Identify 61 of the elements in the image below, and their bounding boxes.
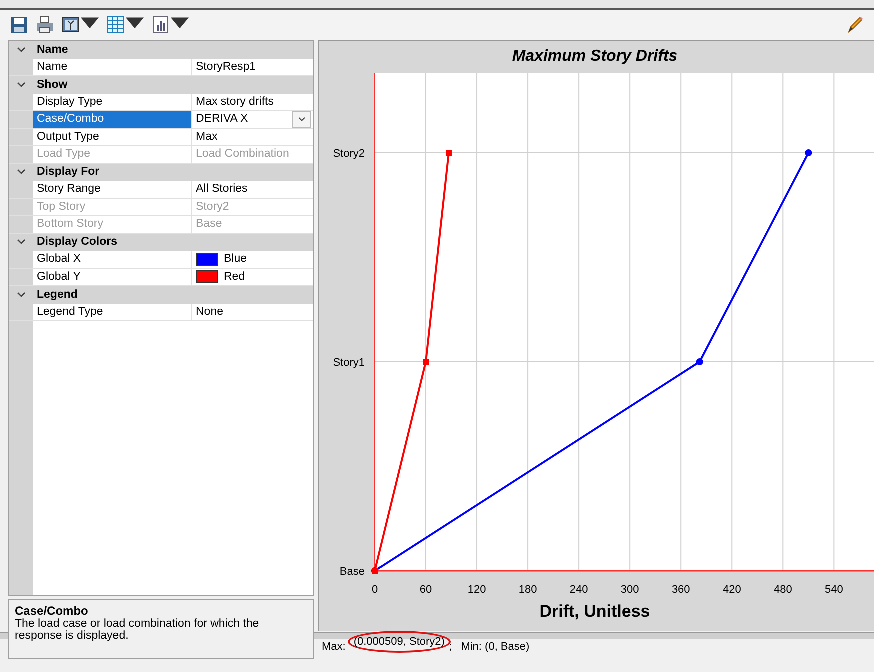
tick-label: 480 bbox=[774, 584, 792, 596]
property-label[interactable]: Legend Type bbox=[33, 304, 192, 320]
property-value: None bbox=[196, 306, 224, 318]
table-button[interactable] bbox=[105, 14, 146, 36]
property-value: DERIVA X bbox=[196, 113, 248, 126]
dropdown-button[interactable] bbox=[292, 110, 311, 128]
category-header[interactable]: Display For bbox=[9, 164, 313, 181]
category-title: Show bbox=[36, 78, 68, 91]
point bbox=[423, 359, 430, 365]
table-icon bbox=[107, 16, 125, 34]
axis-title: Drift, Unitless bbox=[540, 602, 650, 621]
tick-label: 420 bbox=[722, 584, 742, 596]
property-value: Max story drifts bbox=[196, 96, 274, 108]
status-text: Min: (0, Base) bbox=[461, 641, 530, 653]
save-icon bbox=[10, 16, 28, 34]
property-label[interactable]: Global Y bbox=[33, 268, 192, 285]
property-value: Red bbox=[224, 270, 246, 283]
tick-label: Base bbox=[340, 566, 365, 578]
tick-label: 180 bbox=[518, 584, 538, 596]
chevron-icon bbox=[298, 116, 306, 122]
print-icon bbox=[36, 16, 54, 34]
property-value: All Stories bbox=[196, 183, 248, 196]
chart-icon bbox=[152, 16, 170, 34]
category-title: Name bbox=[36, 44, 68, 56]
tick-label: 60 bbox=[420, 584, 432, 596]
tick-label: 0 bbox=[372, 584, 378, 596]
tick-label: 300 bbox=[620, 584, 640, 596]
tick-label: Story1 bbox=[333, 357, 365, 369]
category-title: Display Colors bbox=[36, 236, 118, 248]
property-value: Max bbox=[196, 130, 218, 143]
category-header[interactable]: Display Colors bbox=[9, 234, 313, 251]
status-text: Max: bbox=[322, 641, 346, 653]
pencil-icon bbox=[846, 16, 864, 34]
point bbox=[446, 150, 452, 156]
property-label[interactable]: Story Range bbox=[33, 181, 192, 198]
property-label[interactable]: Case/Combo bbox=[33, 111, 192, 128]
tick-label: 360 bbox=[672, 584, 690, 596]
property-label[interactable]: Global X bbox=[33, 251, 192, 268]
point bbox=[805, 150, 812, 156]
tick-label: 120 bbox=[468, 584, 486, 596]
description-title: Case/Combo bbox=[15, 604, 90, 618]
tick-label: Story2 bbox=[333, 148, 365, 160]
chart-title: Maximum Story Drifts bbox=[512, 48, 678, 65]
property-value: Story2 bbox=[196, 200, 230, 213]
property-label[interactable]: Display Type bbox=[33, 94, 192, 110]
property-value: Base bbox=[196, 218, 222, 230]
print-button[interactable] bbox=[34, 14, 56, 36]
tick-label: 240 bbox=[570, 584, 588, 596]
property-value: Blue bbox=[224, 253, 248, 266]
property-value: Load Combination bbox=[196, 148, 290, 160]
property-label[interactable]: Name bbox=[33, 58, 192, 75]
category-title: Legend bbox=[36, 288, 78, 301]
property-value: StoryResp1 bbox=[196, 60, 256, 73]
save-button[interactable] bbox=[8, 14, 30, 36]
category-title: Display For bbox=[36, 166, 100, 178]
status-text: ; bbox=[448, 641, 454, 653]
point bbox=[696, 358, 704, 366]
property-label[interactable]: Output Type bbox=[33, 128, 192, 145]
description-text: The load case or load combination for which the response is displayed. bbox=[15, 618, 260, 642]
tick-label: 540 bbox=[825, 584, 844, 596]
picture-icon bbox=[62, 16, 80, 34]
